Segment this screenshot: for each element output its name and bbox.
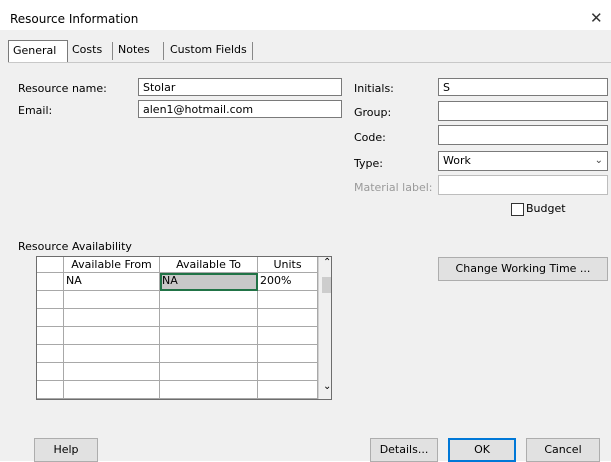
material-label-input [438,175,608,195]
ok-button[interactable]: OK [448,438,516,462]
change-working-time-button[interactable]: Change Working Time ... [438,257,608,281]
cell-available-from[interactable] [64,381,160,399]
tab-divider [112,42,113,60]
initials-label: Initials: [354,82,394,95]
tab-custom-fields[interactable]: Custom Fields [166,40,256,60]
budget-checkbox[interactable] [511,203,524,216]
close-icon[interactable]: ✕ [590,9,603,27]
row-header[interactable] [37,345,64,363]
column-header-units[interactable]: Units [258,257,318,273]
cell-available-to[interactable] [160,381,258,399]
initials-input[interactable]: S [438,78,608,96]
group-input[interactable] [438,101,608,121]
code-label: Code: [354,131,386,144]
tab-general[interactable]: General [8,40,68,62]
type-select[interactable]: Work ⌄ [438,151,608,171]
budget-label: Budget [526,202,566,215]
chevron-down-icon[interactable]: ⌄ [323,381,331,392]
cell-available-to[interactable] [160,363,258,381]
type-label: Type: [354,157,383,170]
resource-name-label: Resource name: [18,82,107,95]
cell-available-from[interactable] [64,363,160,381]
cell-units[interactable] [258,345,318,363]
row-header[interactable] [37,291,64,309]
cell-available-from[interactable] [64,345,160,363]
availability-grid[interactable]: Available From Available To Units NA NA … [36,256,332,400]
code-input[interactable] [438,125,608,145]
tab-costs[interactable]: Costs [68,40,112,60]
material-label-label: Material label: [354,181,433,194]
chevron-up-icon[interactable]: ⌃ [323,257,331,268]
grid-scrollbar[interactable]: ⌃ ⌄ [318,257,331,399]
cell-available-from[interactable] [64,327,160,345]
title-bar: Resource Information ✕ [0,0,611,30]
row-header[interactable] [37,381,64,399]
help-button[interactable]: Help [34,438,98,462]
row-header[interactable] [37,273,64,291]
details-button[interactable]: Details... [370,438,438,462]
email-label: Email: [18,104,53,117]
tab-label: Custom Fields [170,43,247,56]
chevron-down-icon: ⌄ [594,155,603,166]
tab-label: Notes [118,43,150,56]
cell-units[interactable]: 200% [258,273,318,291]
cell-available-from[interactable] [64,291,160,309]
scrollbar-thumb[interactable] [322,277,331,293]
cell-available-to[interactable] [160,345,258,363]
tab-notes[interactable]: Notes [114,40,162,60]
type-select-value: Work [443,154,471,167]
cell-units[interactable] [258,381,318,399]
cell-units[interactable] [258,327,318,345]
cell-available-from[interactable] [64,309,160,327]
cell-available-to[interactable] [160,291,258,309]
resource-name-input[interactable]: Stolar [138,78,342,96]
window-title: Resource Information [10,12,139,26]
cancel-button[interactable]: Cancel [526,438,600,462]
row-header[interactable] [37,327,64,345]
group-label: Group: [354,106,392,119]
cell-units[interactable] [258,309,318,327]
column-header-available-to[interactable]: Available To [160,257,258,273]
tab-divider [163,42,164,60]
tab-divider [252,42,253,60]
email-input[interactable]: alen1@hotmail.com [138,100,342,118]
cell-units[interactable] [258,363,318,381]
column-header-available-from[interactable]: Available From [64,257,160,273]
tab-label: Costs [72,43,103,56]
cell-available-to[interactable] [160,327,258,345]
row-header[interactable] [37,309,64,327]
tab-label: General [13,44,57,57]
cell-units[interactable] [258,291,318,309]
row-header[interactable] [37,363,64,381]
resource-availability-label: Resource Availability [18,240,132,253]
cell-available-from[interactable]: NA [64,273,160,291]
cell-available-to[interactable] [160,309,258,327]
grid-corner [37,257,64,273]
cell-available-to[interactable]: NA [160,273,258,291]
